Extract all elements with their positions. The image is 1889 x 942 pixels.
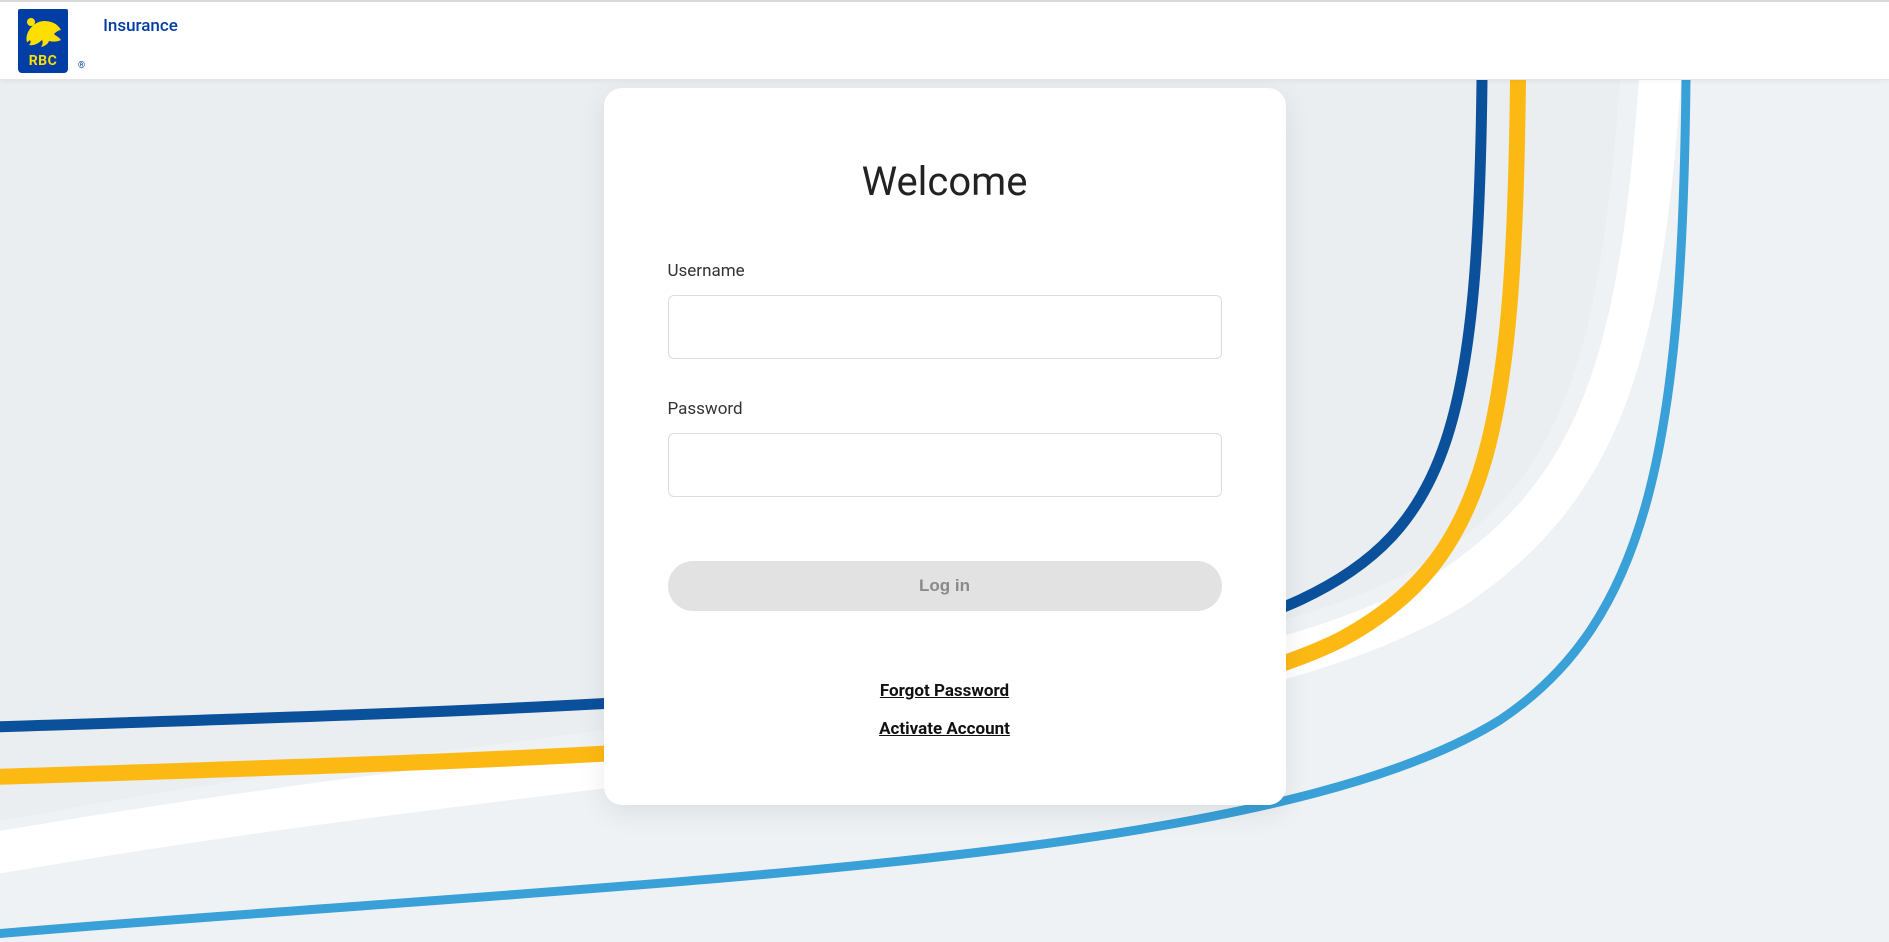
brand-logo: RBC ® Insurance: [18, 9, 178, 73]
username-label: Username: [668, 261, 1222, 281]
helper-links: Forgot Password Activate Account: [668, 681, 1222, 739]
login-card: Welcome Username Password Log in Forgot …: [604, 88, 1286, 805]
password-label: Password: [668, 399, 1222, 419]
forgot-password-link[interactable]: Forgot Password: [668, 681, 1222, 701]
username-field-group: Username: [668, 261, 1222, 359]
rbc-logo-text: RBC: [29, 53, 58, 69]
brand-subtitle: Insurance: [103, 16, 178, 36]
app-header: RBC ® Insurance: [0, 0, 1889, 80]
rbc-shield-icon: RBC: [18, 9, 68, 73]
username-input[interactable]: [668, 295, 1222, 359]
login-button[interactable]: Log in: [668, 561, 1222, 611]
page-title: Welcome: [668, 158, 1222, 205]
registered-mark-icon: ®: [78, 61, 85, 71]
password-field-group: Password: [668, 399, 1222, 497]
password-input[interactable]: [668, 433, 1222, 497]
activate-account-link[interactable]: Activate Account: [668, 719, 1222, 739]
